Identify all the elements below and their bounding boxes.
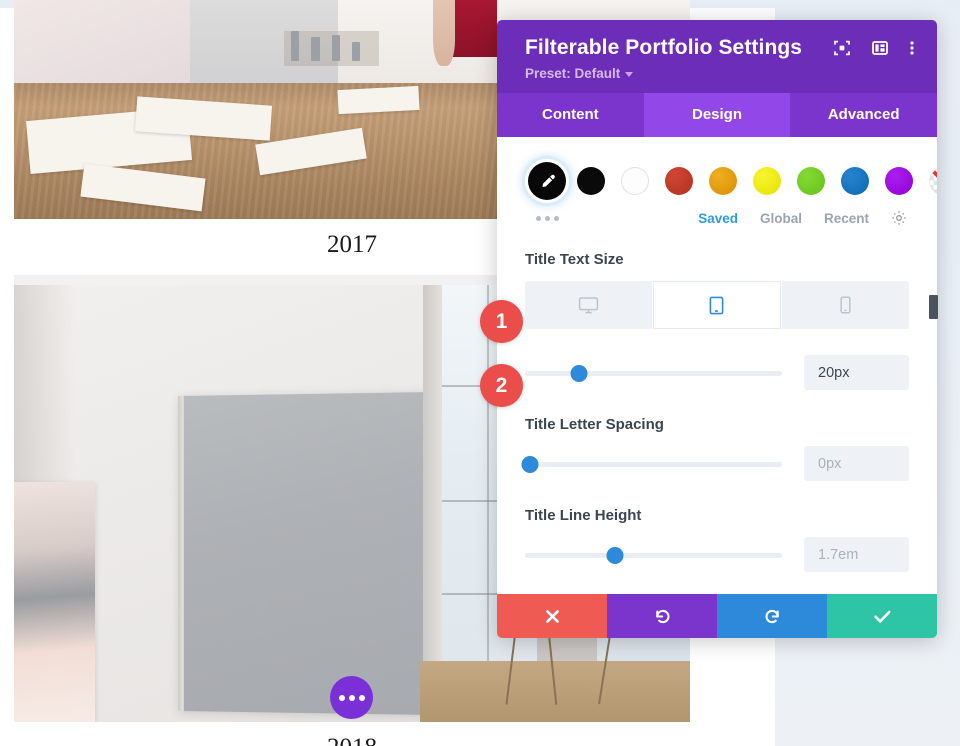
- slider-title-text-size[interactable]: [525, 362, 782, 384]
- layout-panel-icon[interactable]: [871, 39, 889, 57]
- slider-track[interactable]: [525, 370, 782, 376]
- gear-icon[interactable]: [891, 210, 907, 226]
- modal-title: Filterable Portfolio Settings: [525, 36, 803, 59]
- swatch-red[interactable]: [665, 167, 693, 195]
- swatch-purple[interactable]: [885, 167, 913, 195]
- redo-button[interactable]: [717, 594, 827, 638]
- colors-tab-recent[interactable]: Recent: [824, 211, 869, 226]
- slider-track[interactable]: [525, 461, 782, 467]
- modal-footer: [497, 594, 937, 638]
- redo-icon: [763, 607, 782, 626]
- modal-body: Saved Global Recent Title Text Size 20px…: [497, 137, 937, 594]
- portfolio-caption: 2018: [14, 722, 690, 746]
- settings-modal: Filterable Portfolio Settings Preset: De…: [497, 20, 938, 638]
- preset-label[interactable]: Preset: Default: [525, 66, 620, 81]
- slider-thumb[interactable]: [521, 455, 539, 473]
- field-label: Title Line Height: [525, 507, 642, 524]
- field-label: Title Text Size: [525, 251, 624, 268]
- color-meta-row: Saved Global Recent: [525, 207, 909, 229]
- eyedropper-icon[interactable]: [528, 162, 566, 200]
- swatch-yellow[interactable]: [753, 167, 781, 195]
- check-icon: [873, 608, 892, 625]
- swatch-white[interactable]: [621, 167, 649, 195]
- more-colors-icon[interactable]: [525, 215, 569, 221]
- cancel-button[interactable]: [497, 594, 607, 638]
- swatch-orange[interactable]: [709, 167, 737, 195]
- panel-scrollbar-thumb[interactable]: [929, 295, 938, 319]
- tab-advanced[interactable]: Advanced: [790, 93, 938, 137]
- swatch-green[interactable]: [797, 167, 825, 195]
- slider-thumb[interactable]: [606, 546, 624, 564]
- field-label: Title Letter Spacing: [525, 416, 664, 433]
- floating-add-button[interactable]: [330, 676, 373, 719]
- ellipsis-icon: [348, 694, 355, 701]
- chevron-down-icon[interactable]: [625, 72, 634, 77]
- value-title-letter-spacing[interactable]: 0px: [804, 446, 909, 481]
- slider-row-title-line-height: 1.7em: [525, 537, 909, 572]
- save-button[interactable]: [827, 594, 937, 638]
- annotation-badge-1: 1: [480, 300, 523, 343]
- slider-row-title-letter-spacing: 0px: [521, 446, 909, 481]
- colors-tab-global[interactable]: Global: [760, 211, 802, 226]
- value-title-line-height[interactable]: 1.7em: [804, 537, 909, 572]
- device-desktop-button[interactable]: [525, 281, 654, 329]
- field-title-letter-spacing: Title Letter Spacing 0px: [521, 416, 909, 481]
- ellipsis-icon: [338, 694, 345, 701]
- device-phone-button[interactable]: [781, 281, 909, 329]
- slider-title-letter-spacing[interactable]: [521, 453, 782, 475]
- device-tablet-button[interactable]: [653, 281, 782, 329]
- close-icon: [544, 608, 561, 625]
- tablet-icon: [709, 296, 724, 315]
- undo-icon: [653, 607, 672, 626]
- preset-selector[interactable]: Preset: Default: [525, 66, 917, 81]
- modal-tabs: Content Design Advanced: [497, 93, 938, 137]
- annotation-badge-2: 2: [480, 364, 523, 407]
- field-title-line-height: Title Line Height 1.7em: [525, 507, 909, 572]
- slider-title-line-height[interactable]: [525, 544, 782, 566]
- slider-row-title-text-size: 20px: [525, 355, 909, 390]
- focus-target-icon[interactable]: [833, 39, 851, 57]
- slider-thumb[interactable]: [570, 364, 588, 382]
- swatch-transparent[interactable]: [929, 167, 937, 195]
- desktop-icon: [578, 296, 599, 315]
- ellipsis-icon: [358, 694, 365, 701]
- device-toggle: [525, 281, 909, 329]
- field-title-text-size: Title Text Size 20px: [525, 251, 909, 390]
- swatch-black[interactable]: [577, 167, 605, 195]
- slider-track[interactable]: [525, 552, 782, 558]
- more-vertical-icon[interactable]: [909, 39, 915, 57]
- value-title-text-size[interactable]: 20px: [804, 355, 909, 390]
- colors-tab-saved[interactable]: Saved: [698, 211, 738, 226]
- modal-header: Filterable Portfolio Settings Preset: De…: [497, 20, 937, 93]
- tab-design[interactable]: Design: [643, 93, 791, 137]
- phone-icon: [840, 296, 851, 314]
- undo-button[interactable]: [607, 594, 717, 638]
- swatch-blue[interactable]: [841, 167, 869, 195]
- tab-content[interactable]: Content: [497, 93, 644, 137]
- screen: 2017 Filterable Portfolio Settings Prese…: [0, 0, 960, 746]
- color-swatch-row: [525, 159, 937, 203]
